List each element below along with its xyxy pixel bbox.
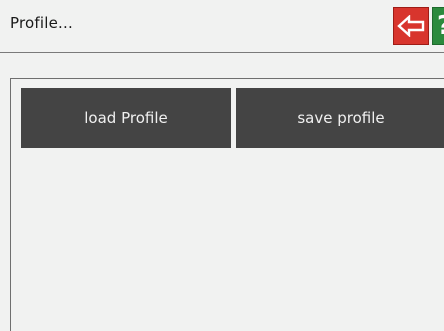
page-title: Profile... [10, 14, 73, 32]
header-bar: Profile... ? [0, 0, 444, 53]
profile-screen: Profile... ? load Profile save profile [0, 0, 444, 331]
profile-panel: load Profile save profile [10, 78, 444, 331]
save-profile-button[interactable]: save profile [236, 88, 444, 148]
load-profile-button[interactable]: load Profile [21, 88, 231, 148]
back-button[interactable] [393, 7, 429, 45]
content-area: load Profile save profile [0, 53, 444, 331]
back-arrow-icon [397, 15, 425, 37]
help-icon: ? [437, 13, 444, 39]
help-button[interactable]: ? [432, 7, 444, 45]
